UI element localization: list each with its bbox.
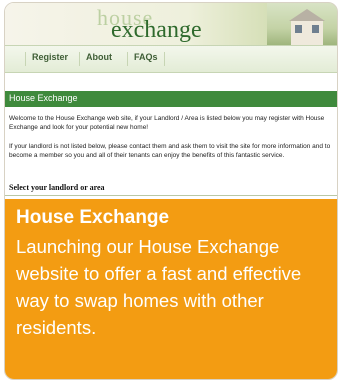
select-landlord-label: Select your landlord or area xyxy=(9,183,105,192)
divider xyxy=(5,195,337,196)
landlord-paragraph: If your landlord is not listed below, pl… xyxy=(9,143,331,159)
welcome-paragraph: Welcome to the House Exchange web site, … xyxy=(9,115,325,131)
site-logo: house exchange xyxy=(97,5,237,45)
nav-about[interactable]: About xyxy=(79,52,118,66)
house-photo-icon xyxy=(267,3,337,45)
website-screenshot: house exchange Register About FAQs House… xyxy=(5,3,337,231)
news-card[interactable]: house exchange Register About FAQs House… xyxy=(4,2,338,380)
caption-panel[interactable]: House Exchange Launching our House Excha… xyxy=(5,199,337,379)
site-nav: Register About FAQs xyxy=(5,45,337,73)
caption-description: Launching our House Exchange website to … xyxy=(16,236,302,338)
section-title: House Exchange xyxy=(9,93,78,103)
logo-exchange-text: exchange xyxy=(111,17,202,43)
site-banner: house exchange xyxy=(5,3,337,45)
nav-register[interactable]: Register xyxy=(25,52,74,66)
nav-faqs[interactable]: FAQs xyxy=(127,52,165,66)
section-header: House Exchange xyxy=(5,91,337,107)
caption-title: House Exchange xyxy=(16,207,170,228)
